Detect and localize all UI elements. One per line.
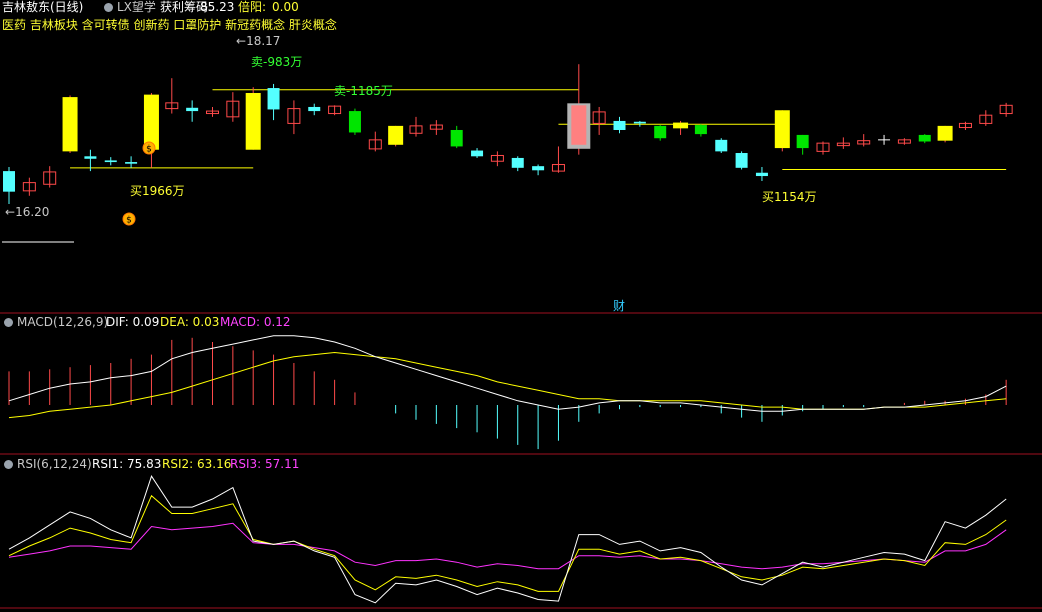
rsi-settings-icon[interactable] bbox=[4, 460, 13, 469]
indicator-name: LX望学 bbox=[117, 0, 156, 14]
sell-label-1: 卖-983万 bbox=[251, 55, 303, 69]
candle-body-35 bbox=[715, 139, 728, 152]
candle-body-31 bbox=[633, 121, 646, 124]
concept-tags: 医药 吉林板块 含可转债 创新药 口罩防护 新冠药概念 肝炎概念 bbox=[2, 18, 337, 32]
low-price-label: ←16.20 bbox=[5, 205, 50, 219]
candle-body-34 bbox=[694, 125, 707, 135]
macd-panel bbox=[8, 335, 1007, 450]
finance-marker[interactable]: 财 bbox=[613, 299, 625, 313]
rsi2-line bbox=[8, 494, 1007, 592]
indicator-settings-icon[interactable] bbox=[104, 3, 113, 12]
rsi1-label: RSI1: 75.83 bbox=[92, 457, 162, 471]
rsi2-label: RSI2: 63.16 bbox=[162, 457, 232, 471]
candle-body-33 bbox=[673, 122, 689, 129]
stock-name: 吉林敖东(日线) bbox=[2, 0, 84, 14]
candle-body-7 bbox=[143, 94, 159, 150]
ratio-label: 倍阳: bbox=[238, 0, 267, 14]
candle-body-26 bbox=[532, 166, 545, 171]
candle-body-23 bbox=[471, 150, 484, 157]
macd-dif-label: DIF: 0.09 bbox=[106, 315, 160, 329]
sell-label-2: 卖-1185万 bbox=[334, 84, 393, 98]
rsi3-label: RSI3: 57.11 bbox=[230, 457, 300, 471]
macd-dea-label: DEA: 0.03 bbox=[160, 315, 220, 329]
ratio-value: 0.00 bbox=[272, 0, 299, 14]
candle-body-32 bbox=[654, 125, 667, 139]
candle-body-30 bbox=[613, 120, 626, 130]
candle-body-38 bbox=[774, 110, 790, 149]
macd-dif-line bbox=[8, 335, 1007, 412]
money-bag-glyph-0: $ bbox=[146, 145, 152, 155]
candle-body-19 bbox=[388, 125, 404, 145]
candle-body-13 bbox=[267, 88, 280, 110]
candle-body-3 bbox=[62, 97, 78, 152]
candle-body-28 bbox=[571, 105, 587, 145]
candle-body-39 bbox=[796, 134, 809, 149]
macd-title: MACD(12,26,9) bbox=[17, 315, 109, 329]
rsi-title: RSI(6,12,24) bbox=[17, 457, 92, 471]
buy-label-2: 买1154万 bbox=[762, 190, 817, 204]
candle-body-46 bbox=[937, 125, 953, 141]
candle-body-37 bbox=[755, 172, 768, 177]
candle-body-4 bbox=[84, 156, 97, 159]
money-bag-glyph-1: $ bbox=[126, 216, 132, 226]
candle-body-15 bbox=[308, 106, 321, 112]
price-panel: $$ bbox=[3, 64, 1013, 226]
high-price-label: ←18.17 bbox=[236, 34, 281, 48]
macd-settings-icon[interactable] bbox=[4, 318, 13, 327]
candle-body-17 bbox=[348, 111, 361, 133]
candle-body-45 bbox=[918, 134, 931, 142]
chip-value: 85.23 bbox=[200, 0, 235, 14]
low-price-value: 16.20 bbox=[15, 205, 50, 219]
candle-body-22 bbox=[450, 129, 463, 147]
macd-value-label: MACD: 0.12 bbox=[220, 315, 291, 329]
candle-body-0 bbox=[3, 171, 15, 192]
candle-body-6 bbox=[125, 162, 138, 164]
candle-body-12 bbox=[245, 92, 261, 150]
macd-dea-line bbox=[8, 351, 1007, 419]
high-price-value: 18.17 bbox=[246, 34, 281, 48]
chart-canvas: $$ bbox=[0, 64, 1042, 609]
rsi-panel bbox=[8, 475, 1007, 604]
buy-label-1: 买1966万 bbox=[130, 184, 185, 198]
candle-body-9 bbox=[186, 107, 199, 112]
candle-body-25 bbox=[511, 157, 524, 168]
candle-body-36 bbox=[735, 153, 748, 168]
candle-body-5 bbox=[104, 160, 117, 163]
rsi1-line bbox=[8, 475, 1007, 604]
rsi3-line bbox=[8, 522, 1007, 570]
